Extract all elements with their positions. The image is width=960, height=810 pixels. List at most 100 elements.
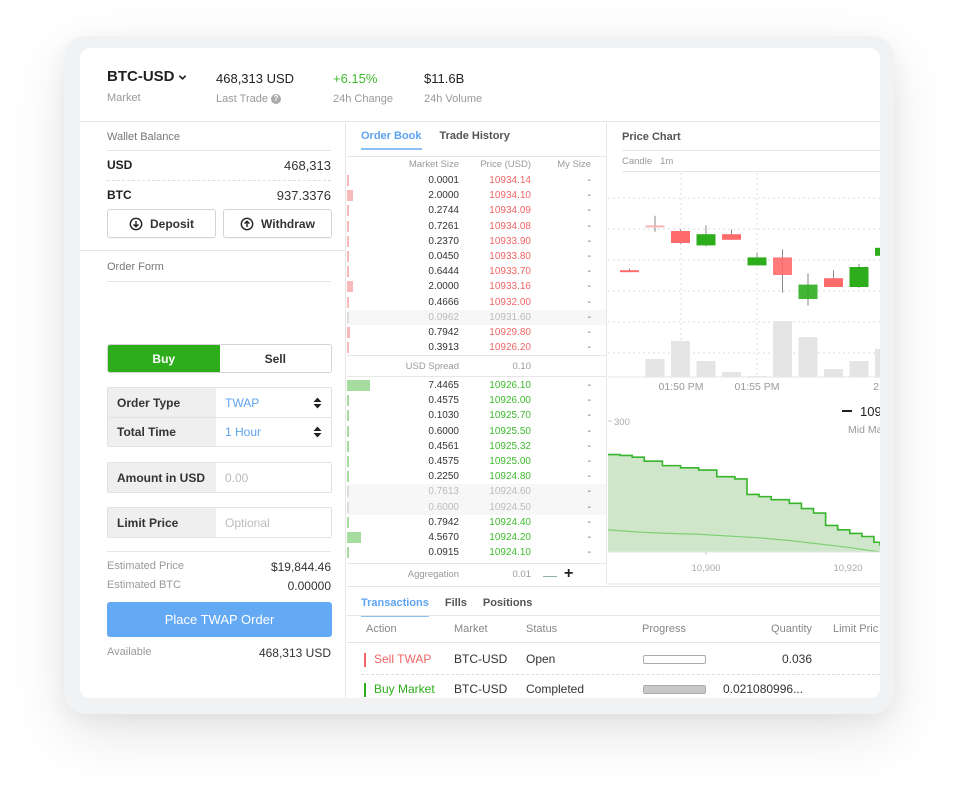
tab-order-book[interactable]: Order Book [361, 130, 422, 150]
tab-positions[interactable]: Positions [483, 597, 533, 617]
question-circle-icon[interactable]: ? [270, 94, 281, 104]
amount-label: Amount in USD [108, 463, 216, 492]
bid-row[interactable]: 7.4465 10926.10 - [347, 378, 606, 393]
sell-tab[interactable]: Sell [219, 345, 331, 372]
my-size: - [587, 440, 591, 452]
ask-row[interactable]: 0.0001 10934.14 - [347, 173, 606, 188]
bid-row[interactable]: 0.4575 10926.00 - [347, 393, 606, 408]
tab-fills[interactable]: Fills [445, 597, 467, 617]
depth-chart: 10020030010,90010,920109Mid Ma [608, 404, 880, 585]
balance-currency: BTC [107, 188, 132, 202]
order-size: 0.0915 [428, 547, 459, 559]
bid-row[interactable]: 0.6000 10924.50 - [347, 499, 606, 515]
market-label: Market [107, 92, 141, 104]
volume-bar [824, 369, 843, 377]
available-value: 468,313 USD [258, 646, 331, 660]
volume-bar [696, 361, 716, 377]
interval-selector[interactable]: 1m [660, 151, 673, 171]
tab-trade-history[interactable]: Trade History [440, 130, 510, 150]
limit-price-input[interactable] [225, 515, 322, 530]
x-tick-label: 10,920 [833, 563, 862, 574]
available-row: Available 468,313 USD [107, 646, 331, 660]
buy-tab[interactable]: Buy [108, 345, 220, 372]
bid-row[interactable]: 0.1030 10925.70 - [347, 408, 606, 423]
order-price: 10925.32 [489, 440, 531, 452]
transaction-row[interactable]: Sell TWAP BTC-USD Open 0.036 [347, 645, 880, 674]
bid-row[interactable]: 0.4561 10925.32 - [347, 439, 606, 454]
estimated-price-label: Estimated Price [107, 560, 185, 572]
my-size: - [587, 342, 591, 354]
aggregation-increase-button[interactable]: + [564, 563, 573, 585]
place-order-button[interactable]: Place TWAP Order [107, 602, 332, 637]
y-tick-label: 300 [614, 417, 630, 428]
amount-input[interactable] [225, 470, 322, 485]
depth-bar [347, 531, 362, 543]
ask-row[interactable]: 0.4666 10932.00 - [347, 295, 606, 310]
my-size: - [587, 410, 591, 422]
deposit-button[interactable]: Deposit [107, 209, 216, 238]
order-book-panel: Order Book Trade History Market Size Pri… [347, 123, 607, 585]
ask-row[interactable]: 0.0962 10931.60 - [347, 309, 606, 325]
order-size: 0.4561 [428, 440, 459, 452]
ask-row[interactable]: 2.0000 10934.10 - [347, 188, 606, 203]
aggregation-decrease-button[interactable]: — [543, 564, 557, 586]
candle-body [696, 234, 716, 246]
order-type-select[interactable]: TWAP [216, 388, 331, 417]
my-size: - [587, 531, 591, 543]
bid-row[interactable]: 0.6000 10925.50 - [347, 424, 606, 439]
divider [107, 551, 331, 552]
change-value: +6.15% [333, 71, 378, 86]
total-time-row: Total Time 1 Hour [108, 417, 331, 446]
withdraw-button[interactable]: Withdraw [223, 209, 332, 238]
volume-bar [747, 376, 767, 377]
available-label: Available [107, 646, 152, 658]
bid-row[interactable]: 0.7942 10924.40 - [347, 515, 606, 530]
ask-row[interactable]: 0.6444 10933.70 - [347, 264, 606, 279]
transaction-action: Buy Market [374, 682, 435, 696]
transaction-status: Open [526, 652, 556, 666]
depth-bar [347, 311, 349, 323]
bid-row[interactable]: 4.5670 10924.20 - [347, 530, 606, 545]
ask-row[interactable]: 2.0000 10933.16 - [347, 279, 606, 294]
order-size: 0.2250 [428, 471, 459, 483]
side-indicator [364, 653, 366, 667]
col-my-size: My Size [557, 159, 591, 170]
market-selector[interactable]: BTC-USD Market [107, 68, 187, 104]
order-size: 0.6444 [428, 266, 459, 278]
price-chart-title: Price Chart [622, 131, 681, 143]
mid-market-value: 109 [860, 404, 880, 419]
transaction-action: Sell TWAP [374, 652, 432, 666]
my-size: - [587, 326, 591, 338]
bid-row[interactable]: 0.4575 10925.00 - [347, 454, 606, 469]
total-time-select[interactable]: 1 Hour [216, 418, 331, 446]
ask-row[interactable]: 0.7261 10934.08 - [347, 219, 606, 234]
order-price: 10924.40 [489, 516, 531, 528]
depth-bar [347, 547, 349, 559]
col-progress: Progress [642, 623, 687, 635]
ask-row[interactable]: 0.2370 10933.90 - [347, 234, 606, 249]
transaction-row[interactable]: Buy Market BTC-USD Completed 0.021080996... [347, 675, 880, 698]
ask-row[interactable]: 0.7942 10929.80 - [347, 325, 606, 340]
order-price: 10931.60 [489, 311, 531, 323]
col-market-size: Market Size [408, 159, 459, 170]
order-type-row: Order Type TWAP [108, 388, 331, 417]
balance-amount: 937.3376 [276, 187, 331, 203]
ask-row[interactable]: 0.2744 10934.09 - [347, 203, 606, 218]
ask-row[interactable]: 0.0450 10933.80 - [347, 249, 606, 264]
order-price: 10925.70 [489, 410, 531, 422]
chart-type-selector[interactable]: Candle [622, 151, 652, 171]
tab-transactions[interactable]: Transactions [361, 597, 429, 617]
price-chart-panel: Price Chart Candle 1m 01:50 PM 01:55 PM 2 … [608, 123, 880, 585]
deposit-label: Deposit [149, 216, 194, 231]
bid-row[interactable]: 0.2250 10924.80 - [347, 469, 606, 484]
col-price: Price (USD) [480, 159, 531, 170]
bid-row[interactable]: 0.0915 10924.10 - [347, 545, 606, 560]
change-label: 24h Change [333, 93, 393, 105]
ask-row[interactable]: 0.3913 10926.20 - [347, 340, 606, 355]
bid-row[interactable]: 0.7613 10924.60 - [347, 484, 606, 500]
order-book-tabs: Order Book Trade History [361, 130, 510, 150]
x-tick-label: 01:55 PM [735, 381, 780, 393]
order-price: 10934.14 [489, 175, 531, 186]
candle-body [875, 247, 880, 256]
market-header: BTC-USD Market 468,313 USD Last Trade? +… [80, 48, 880, 122]
